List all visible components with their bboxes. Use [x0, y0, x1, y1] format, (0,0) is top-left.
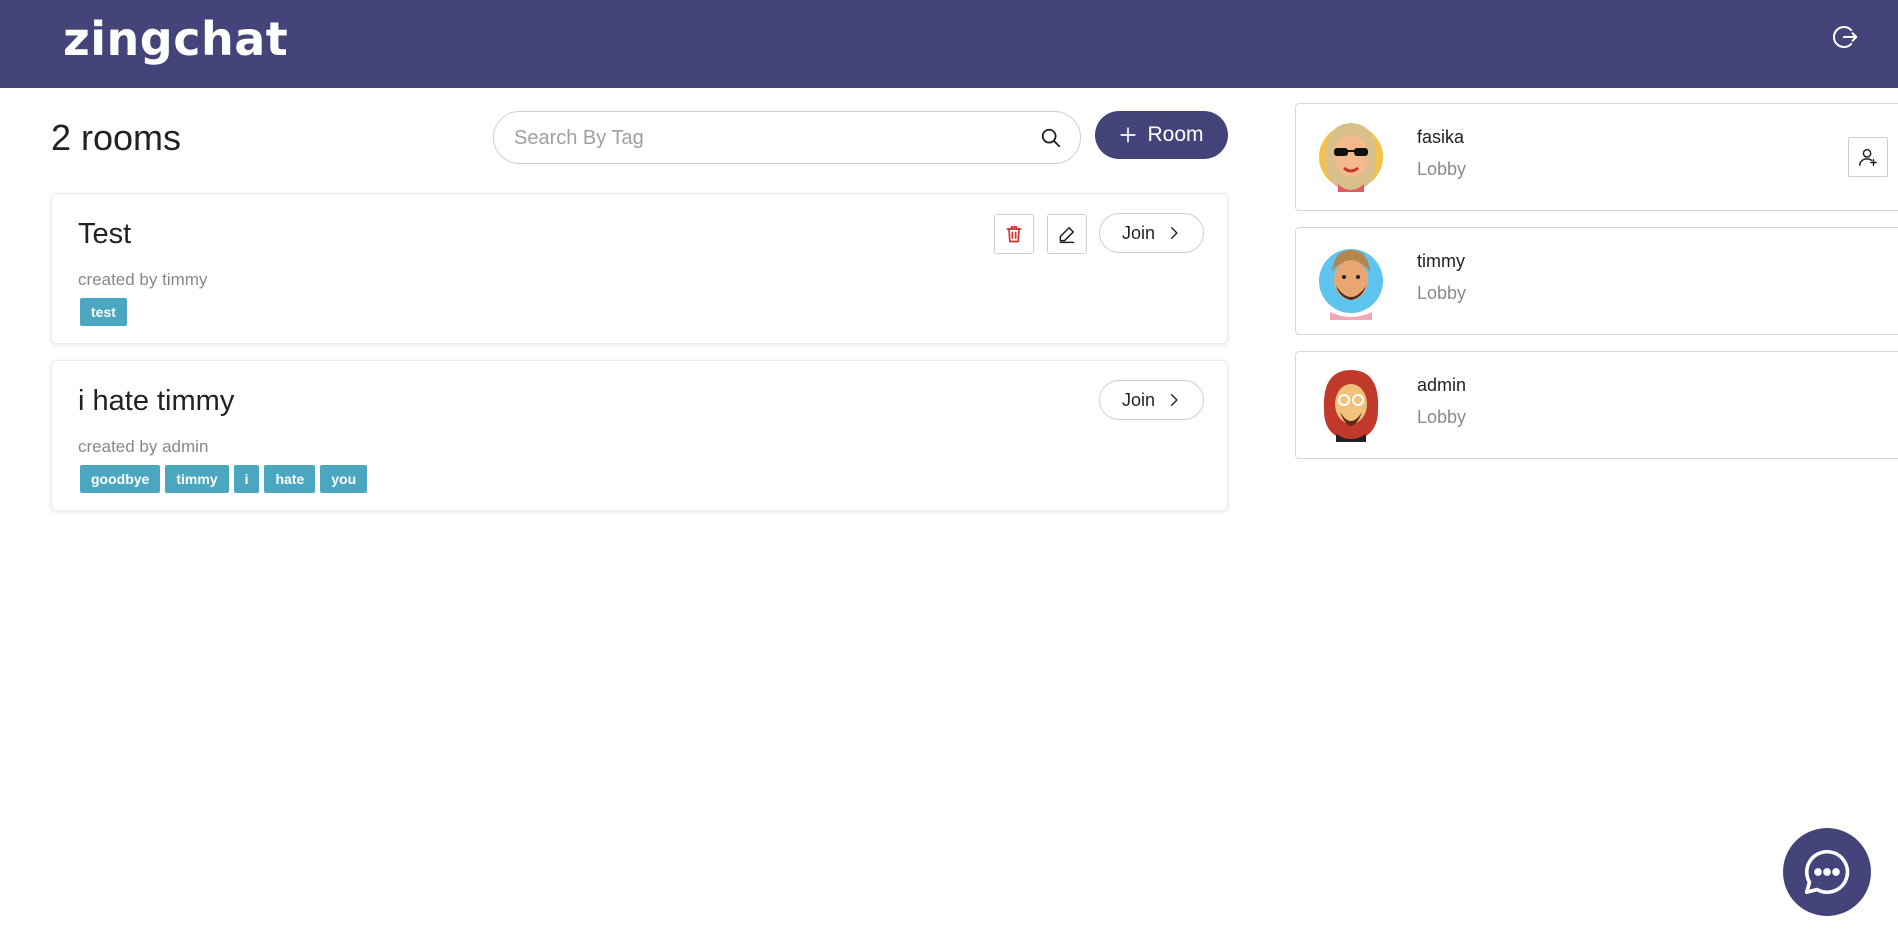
- rooms-count: 2 rooms: [51, 117, 182, 158]
- user-avatar: [1319, 249, 1383, 320]
- search-icon[interactable]: [1040, 127, 1062, 149]
- room-tags: test: [80, 298, 127, 326]
- user-card[interactable]: fasika Lobby: [1295, 103, 1898, 211]
- search-input[interactable]: [514, 124, 1014, 152]
- tag[interactable]: you: [320, 465, 368, 493]
- tag[interactable]: hate: [264, 465, 316, 493]
- user-avatar: [1319, 123, 1383, 192]
- edit-room-button[interactable]: [1047, 214, 1087, 254]
- tag[interactable]: goodbye: [80, 465, 161, 493]
- tag[interactable]: timmy: [165, 465, 229, 493]
- add-user-icon: [1859, 148, 1877, 166]
- plus-icon: [1120, 127, 1137, 143]
- trash-icon: [1006, 226, 1022, 243]
- tag[interactable]: i: [233, 465, 260, 493]
- pencil-icon: [1059, 227, 1075, 244]
- add-room-button[interactable]: Room: [1095, 111, 1228, 159]
- room-card: i hate timmy created by admin goodbye ti…: [51, 360, 1228, 511]
- chat-bubble-icon: [1804, 849, 1850, 895]
- tag[interactable]: test: [80, 298, 127, 326]
- join-room-button[interactable]: Join: [1099, 380, 1204, 420]
- add-friend-button[interactable]: [1848, 137, 1888, 177]
- chevron-right-icon: [1170, 394, 1178, 406]
- chevron-right-icon: [1170, 227, 1178, 239]
- chat-button[interactable]: [1783, 828, 1871, 916]
- user-name: timmy: [1417, 251, 1465, 271]
- user-name: fasika: [1417, 127, 1465, 147]
- join-label: Join: [1121, 222, 1156, 243]
- room-title: Test: [78, 218, 132, 250]
- user-status: Lobby: [1417, 159, 1467, 179]
- delete-room-button[interactable]: [994, 214, 1034, 254]
- user-status: Lobby: [1417, 283, 1467, 303]
- user-status: Lobby: [1417, 407, 1467, 427]
- room-creator: created by timmy: [78, 270, 208, 289]
- room-card: Test created by timmy test Join: [51, 193, 1228, 344]
- brand-logo[interactable]: zingchat: [63, 12, 288, 66]
- top-bar: zingchat: [0, 0, 1898, 88]
- room-tags: goodbye timmy i hate you: [80, 465, 368, 493]
- user-card[interactable]: admin Lobby: [1295, 351, 1898, 459]
- room-title: i hate timmy: [78, 385, 235, 417]
- logout-icon[interactable]: [1830, 22, 1860, 52]
- room-creator: created by admin: [78, 437, 209, 456]
- join-room-button[interactable]: Join: [1099, 213, 1204, 253]
- user-card[interactable]: timmy Lobby: [1295, 227, 1898, 335]
- user-avatar: [1323, 370, 1379, 442]
- user-name: admin: [1417, 375, 1467, 395]
- tag-search[interactable]: [493, 111, 1081, 164]
- add-room-label: Room: [1147, 123, 1204, 146]
- join-label: Join: [1121, 389, 1156, 410]
